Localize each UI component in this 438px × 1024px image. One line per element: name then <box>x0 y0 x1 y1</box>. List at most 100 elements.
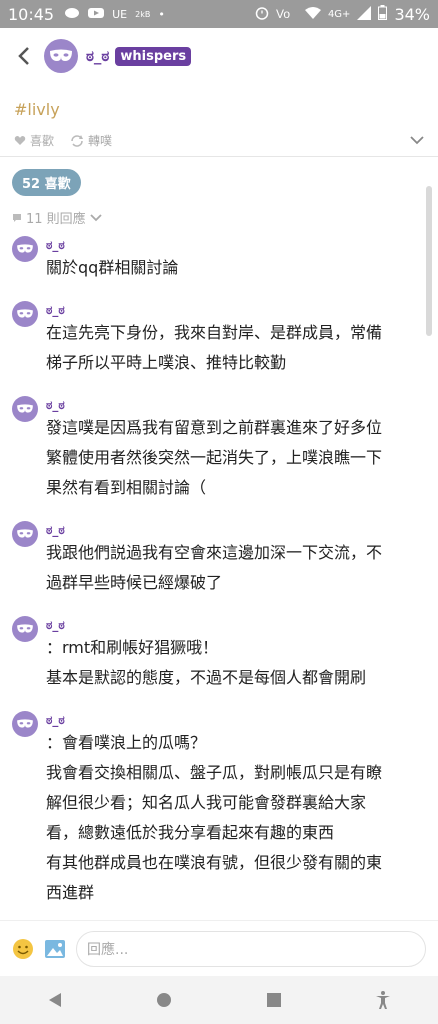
mask-icon <box>17 244 33 253</box>
post-actions: 喜歡 轉噗 <box>14 132 424 149</box>
mask-icon <box>17 624 33 633</box>
collapse-button[interactable] <box>410 134 424 148</box>
mask-icon <box>50 49 72 61</box>
comment-body: ಠ_ಠ 我跟他們説過我有空會來這邊加深一下交流，不 過群早些時候已經爆破了 <box>46 519 382 598</box>
heart-icon <box>14 136 26 145</box>
comment-item: ಠ_ಠ 關於qq群相關討論 <box>12 234 426 283</box>
comment-body: ಠ_ಠ 關於qq群相關討論 <box>46 234 178 283</box>
comment-text: 過群早些時候已經爆破了 <box>46 573 223 592</box>
comment-text: 繁體使用者然後突然一起消失了，上噗浪瞧一下 <box>46 448 383 467</box>
alarm-icon <box>255 6 269 23</box>
volte-icon: Vo <box>276 6 298 23</box>
comment-text: ：會看噗浪上的瓜嗎？ <box>46 733 207 752</box>
recents-square-icon <box>266 993 281 1007</box>
comment-text: 有其他群成員也在噗浪有號，但很少發有關的東 <box>46 853 383 872</box>
status-bar: 10:45 UE 2kB • Vo 4G+ 34% <box>0 0 438 28</box>
comment-item: ಠ_ಠ 發這噗是因爲我有留意到之前群裏進來了好多位 繁體使用者然後突然一起消失了，上… <box>12 394 426 503</box>
avatar[interactable] <box>12 521 38 547</box>
comment-body: ಠ_ಠ 在這先亮下身份，我來自對岸、是群成員，常備 梯子所以平時上噗浪、推特比較勤 <box>46 299 382 378</box>
avatar[interactable] <box>12 301 38 327</box>
avatar[interactable] <box>12 711 38 737</box>
smiley-icon <box>13 938 33 959</box>
nav-back-button[interactable] <box>35 980 75 1020</box>
header: ಠ_ಠ whispers <box>0 28 438 84</box>
mask-icon <box>17 309 33 318</box>
mask-icon <box>17 404 33 413</box>
divider <box>0 156 438 157</box>
comment-list: ಠ_ಠ 關於qq群相關討論 ಠ_ಠ 在這先亮下身份，我來自對岸、是群成員，常備 梯子所以… <box>12 234 426 924</box>
reply-count-label: 11 則回應 <box>26 212 86 227</box>
comment-text: 基本是默認的態度，不過不是每個人都會開刷 <box>46 668 367 687</box>
scrollbar[interactable] <box>426 186 432 916</box>
accessibility-icon <box>376 991 391 1009</box>
comment-body: ಠ_ಠ 發這噗是因爲我有留意到之前群裏進來了好多位 繁體使用者然後突然一起消失了，上… <box>46 394 382 503</box>
avatar[interactable] <box>12 616 38 642</box>
comment-text: 果然有看到相關討論（ <box>46 478 207 497</box>
back-triangle-icon <box>48 993 61 1007</box>
post-hashtag[interactable]: #livly <box>14 100 60 119</box>
comment-username[interactable]: ಠ_ಠ <box>46 617 366 633</box>
avatar[interactable] <box>12 236 38 262</box>
status-right-icons: Vo 4G+ 34% <box>255 5 430 24</box>
comment-icon <box>13 213 21 222</box>
comment-text: 看，總數遠低於我分享看起來有趣的東西 <box>46 823 335 842</box>
chat-icon <box>64 7 80 22</box>
like-button[interactable]: 喜歡 <box>14 132 54 149</box>
signal-icon <box>357 5 372 23</box>
replurk-button[interactable]: 轉噗 <box>70 132 112 149</box>
home-circle-icon <box>157 993 172 1007</box>
comment-item: ಠ_ಠ 我跟他們説過我有空會來這邊加深一下交流，不 過群早些時候已經爆破了 <box>12 519 426 598</box>
comment-body: ಠ_ಠ ：會看噗浪上的瓜嗎？ 我會看交換相關瓜、盤子瓜，對刷帳瓜只是有瞭 解但很少看；… <box>46 709 382 908</box>
comment-username[interactable]: ಠ_ಠ <box>46 522 382 538</box>
comment-text: 解但很少看；知名瓜人我可能會發群裏給大家 <box>46 793 367 812</box>
dot-icon: • <box>158 7 165 21</box>
reply-composer: 回應... <box>0 920 438 976</box>
comment-text: ：rmt和刷帳好猖獗哦！ <box>46 638 219 657</box>
comment-text: 關於qq群相關討論 <box>46 258 179 277</box>
status-time: 10:45 <box>8 4 55 24</box>
nav-home-button[interactable] <box>144 980 184 1020</box>
chevron-down-icon <box>90 213 102 221</box>
header-username[interactable]: ಠ_ಠ <box>86 47 109 65</box>
comment-item: ಠ_ಠ 在這先亮下身份，我來自對岸、是群成員，常備 梯子所以平時上噗浪、推特比較勤 <box>12 299 426 378</box>
reply-count-toggle[interactable]: 11 則回應 <box>12 208 102 227</box>
image-button[interactable] <box>44 938 66 960</box>
replurk-label: 轉噗 <box>88 134 113 148</box>
comment-body: ಠ_ಠ ：rmt和刷帳好猖獗哦！ 基本是默認的態度，不過不是每個人都會開刷 <box>46 614 366 693</box>
comment-text: 西進群 <box>46 883 95 902</box>
comment-text: 我跟他們説過我有空會來這邊加深一下交流，不 <box>46 543 383 562</box>
comment-username[interactable]: ಠ_ಠ <box>46 237 178 253</box>
speed-label: 2kB <box>135 9 151 19</box>
reply-input[interactable]: 回應... <box>76 930 426 967</box>
accessibility-button[interactable] <box>363 980 403 1020</box>
back-button[interactable] <box>12 44 36 68</box>
replurk-icon <box>71 134 84 147</box>
image-icon <box>45 939 65 958</box>
mask-icon <box>17 719 33 728</box>
chevron-left-icon <box>18 47 29 65</box>
wifi-icon <box>304 6 321 22</box>
network-label: 4G+ <box>327 8 351 20</box>
whispers-badge: whispers <box>115 46 192 66</box>
likes-count-button[interactable]: 52 喜歡 <box>12 169 81 196</box>
like-label: 喜歡 <box>30 134 55 148</box>
avatar[interactable] <box>12 396 38 422</box>
comment-text: 我會看交換相關瓜、盤子瓜，對刷帳瓜只是有瞭 <box>46 763 383 782</box>
comment-text: 梯子所以平時上噗浪、推特比較勤 <box>46 353 287 372</box>
youtube-icon <box>88 7 105 22</box>
scrollbar-thumb[interactable] <box>426 186 432 336</box>
comment-text: 在這先亮下身份，我來自對岸、是群成員，常備 <box>46 323 383 342</box>
svg-text:Vo: Vo <box>276 7 290 20</box>
comment-username[interactable]: ಠ_ಠ <box>46 397 382 413</box>
status-left-icons: UE 2kB • <box>64 7 165 22</box>
comment-item: ಠ_ಠ ：rmt和刷帳好猖獗哦！ 基本是默認的態度，不過不是每個人都會開刷 <box>12 614 426 693</box>
mask-icon <box>17 529 33 538</box>
battery-label: 34% <box>394 4 430 24</box>
avatar[interactable] <box>44 39 78 73</box>
comment-item: ಠ_ಠ ：會看噗浪上的瓜嗎？ 我會看交換相關瓜、盤子瓜，對刷帳瓜只是有瞭 解但很少看；… <box>12 709 426 908</box>
nav-recents-button[interactable] <box>254 980 294 1020</box>
comment-username[interactable]: ಠ_ಠ <box>46 302 382 318</box>
battery-icon <box>378 5 388 23</box>
comment-username[interactable]: ಠ_ಠ <box>46 712 382 728</box>
emoji-button[interactable] <box>12 938 34 960</box>
